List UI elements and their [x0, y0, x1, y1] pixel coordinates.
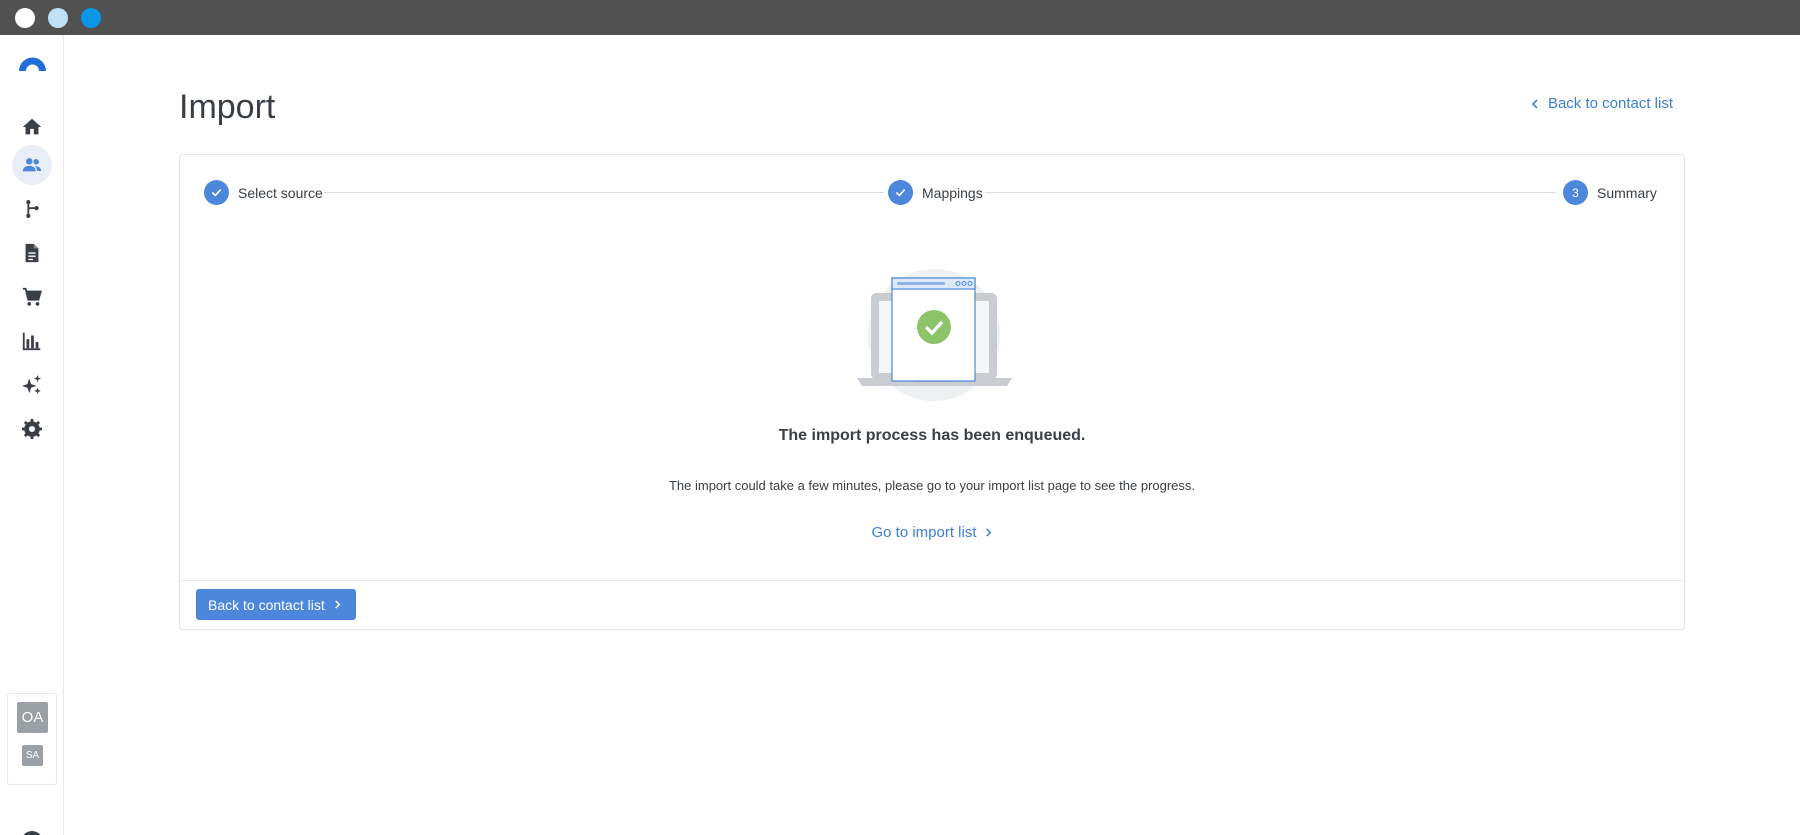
contacts-icon	[22, 158, 42, 172]
go-to-import-list-link[interactable]: Go to import list	[180, 524, 1684, 541]
import-card: Select source Mappings 3 Summary The imp…	[179, 154, 1685, 630]
home-icon	[22, 118, 42, 135]
step-done-marker	[888, 180, 913, 205]
success-title: The import process has been enqueued.	[778, 427, 1086, 444]
sidebar-item-ai[interactable]	[12, 365, 52, 405]
sidebar-item-home[interactable]	[12, 107, 52, 147]
back-to-contact-list-button[interactable]: Back to contact list	[196, 589, 356, 620]
import-stepper: Select source Mappings 3 Summary	[204, 180, 1666, 206]
laptop-success-illustration	[857, 269, 1012, 401]
sidebar-item-contacts[interactable]	[12, 145, 52, 185]
chevron-left-icon	[1531, 98, 1538, 109]
sidebar-item-reports[interactable]	[12, 321, 52, 361]
go-import-label: Go to import list	[871, 524, 977, 541]
window-minimize-button[interactable]	[48, 8, 68, 28]
window-close-button[interactable]	[15, 8, 35, 28]
document-icon	[25, 243, 39, 263]
account-avatar-secondary[interactable]: SA	[22, 745, 43, 766]
step-select-source: Select source	[204, 180, 323, 205]
gear-icon	[21, 418, 43, 440]
step-current-marker: 3	[1563, 180, 1588, 205]
step-connector	[985, 192, 1555, 193]
chart-icon	[22, 332, 41, 351]
step-summary: 3 Summary	[1563, 180, 1657, 205]
step-label: Mappings	[922, 184, 983, 201]
page-title: Import	[179, 88, 276, 126]
back-link-label: Back to contact list	[1547, 95, 1673, 112]
step-label: Select source	[238, 184, 323, 201]
sidebar-item-settings[interactable]	[12, 409, 52, 449]
step-mappings: Mappings	[888, 180, 983, 205]
window-titlebar	[0, 0, 1800, 35]
back-to-contact-list-link[interactable]: Back to contact list	[1530, 95, 1673, 112]
user-circle-icon[interactable]	[20, 830, 44, 835]
sidebar-item-shop[interactable]	[12, 277, 52, 317]
chevron-right-icon	[334, 600, 341, 609]
step-done-marker	[204, 180, 229, 205]
button-label: Back to contact list	[208, 596, 325, 613]
step-connector	[324, 192, 884, 193]
account-avatar-primary[interactable]: OA	[17, 702, 48, 733]
cart-icon	[22, 287, 42, 306]
card-footer: Back to contact list	[180, 580, 1684, 630]
sparkles-icon	[21, 374, 42, 395]
sidebar: OA SA	[0, 35, 64, 835]
success-description: The import could take a few minutes, ple…	[668, 478, 1196, 493]
workflow-icon	[26, 200, 39, 218]
chevron-right-icon	[985, 528, 991, 537]
window-maximize-button[interactable]	[81, 8, 101, 28]
sidebar-item-workflows[interactable]	[12, 189, 52, 229]
checkmark-icon	[211, 188, 222, 197]
brand-logo	[19, 57, 46, 71]
step-label: Summary	[1597, 184, 1657, 201]
account-switcher: OA SA	[7, 693, 57, 785]
checkmark-icon	[895, 188, 906, 197]
sidebar-item-documents[interactable]	[12, 233, 52, 273]
